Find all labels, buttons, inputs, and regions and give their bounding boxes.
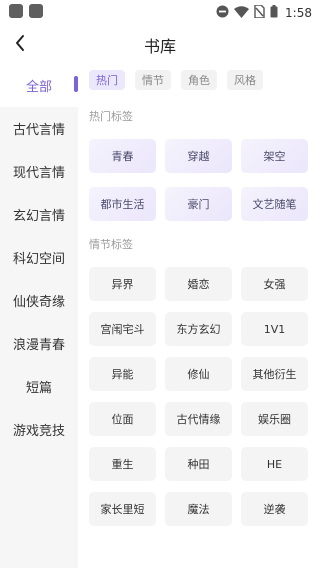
sidebar-item-ancient-romance[interactable]: 古代言情 (0, 107, 78, 150)
sidebar-item-label: 古代言情 (12, 123, 65, 138)
sidebar-item-label: 科幻空间 (12, 252, 65, 267)
sidebar-item-label: 仙侠奇缘 (12, 295, 65, 310)
tag-chip[interactable]: 豪门 (165, 187, 232, 221)
tag-chip[interactable]: HE (241, 447, 308, 481)
plot-tags-heading: 情节标签 (89, 238, 133, 251)
tab-character[interactable]: 角色 (181, 70, 217, 90)
sidebar-item-label: 浪漫青春 (12, 338, 65, 353)
tag-chip[interactable]: 都市生活 (89, 187, 156, 221)
tag-chip[interactable]: 重生 (89, 447, 156, 481)
tag-chip[interactable]: 东方玄幻 (165, 312, 232, 346)
tag-chip[interactable]: 1V1 (241, 312, 308, 346)
system-icons: 1:58 (216, 3, 312, 22)
status-bar: 1:58 (0, 0, 320, 24)
page-title: 书库 (143, 37, 176, 56)
hot-tags-grid: 青春 穿越 架空都市生活 豪门 文艺随笔 (89, 139, 309, 221)
tag-chip[interactable]: 架空 (241, 139, 308, 173)
tag-chip[interactable]: 异能 (89, 357, 156, 391)
wifi-icon (234, 3, 250, 22)
tag-chip[interactable]: 女强 (241, 267, 308, 301)
tag-chip[interactable]: 婚恋 (165, 267, 232, 301)
sidebar-item-gaming[interactable]: 游戏竞技 (0, 408, 78, 451)
tag-chip[interactable]: 青春 (89, 139, 156, 173)
tag-chip[interactable]: 魔法 (165, 492, 232, 526)
battery-icon (270, 3, 278, 22)
sidebar-item-xianxia[interactable]: 仙侠奇缘 (0, 279, 78, 322)
plot-tags-grid: 异界 婚恋 女强宫闱宅斗 东方玄幻 1V1 异能 修仙 其他衍生位面 古代情缘 娱乐圈重生 种田 HE… (89, 267, 309, 526)
notification-icon (9, 4, 23, 18)
tag-chip[interactable]: 穿越 (165, 139, 232, 173)
sidebar-item-scifi[interactable]: 科幻空间 (0, 236, 78, 279)
top-app-bar: 书库 (0, 26, 320, 60)
tag-chip[interactable]: 修仙 (165, 357, 232, 391)
tag-chip[interactable]: 异界 (89, 267, 156, 301)
tab-plot[interactable]: 情节 (135, 70, 171, 90)
tag-chip[interactable]: 种田 (165, 447, 232, 481)
sidebar-item-youth[interactable]: 浪漫青春 (0, 322, 78, 365)
sidebar-item-short-stories[interactable]: 短篇 (0, 365, 78, 408)
clock-time: 1:58 (285, 5, 312, 20)
sidebar-item-label: 游戏竞技 (12, 424, 65, 439)
tag-chip[interactable]: 文艺随笔 (241, 187, 308, 221)
category-sidebar: 全部 古代言情 现代言情 玄幻言情 科幻空间 仙侠奇缘 浪漫青春 短篇 游戏竞技 (0, 64, 78, 568)
sidebar-item-fantasy-romance[interactable]: 玄幻言情 (0, 193, 78, 236)
tag-chip[interactable]: 逆袭 (241, 492, 308, 526)
sidebar-item-modern-romance[interactable]: 现代言情 (0, 150, 78, 193)
no-sim-icon (254, 3, 265, 22)
tag-chip[interactable]: 其他衍生 (241, 357, 308, 391)
tag-panel: 热门 情节 角色 风格 热门标签 青春 穿越 架空都市生活 豪门 文艺随笔 情节标签 异… (78, 64, 320, 568)
sidebar-item-label: 全部 (25, 80, 52, 95)
tab-hot[interactable]: 热门 (89, 70, 125, 90)
tag-chip[interactable]: 家长里短 (89, 492, 156, 526)
notification-icons (9, 4, 43, 18)
tag-chip[interactable]: 位面 (89, 402, 156, 436)
do-not-disturb-icon (216, 3, 229, 22)
sidebar-item-label: 现代言情 (12, 166, 65, 181)
sidebar-item-all[interactable]: 全部 (0, 64, 78, 107)
tag-chip[interactable]: 娱乐圈 (241, 402, 308, 436)
tag-chip[interactable]: 古代情缘 (165, 402, 232, 436)
sidebar-item-label: 短篇 (25, 381, 52, 396)
hot-tags-heading: 热门标签 (89, 110, 133, 123)
notification-icon (29, 4, 43, 18)
sidebar-item-label: 玄幻言情 (12, 209, 65, 224)
filter-tabs: 热门 情节 角色 风格 (89, 70, 263, 90)
tag-chip[interactable]: 宫闱宅斗 (89, 312, 156, 346)
tab-style[interactable]: 风格 (227, 70, 263, 90)
